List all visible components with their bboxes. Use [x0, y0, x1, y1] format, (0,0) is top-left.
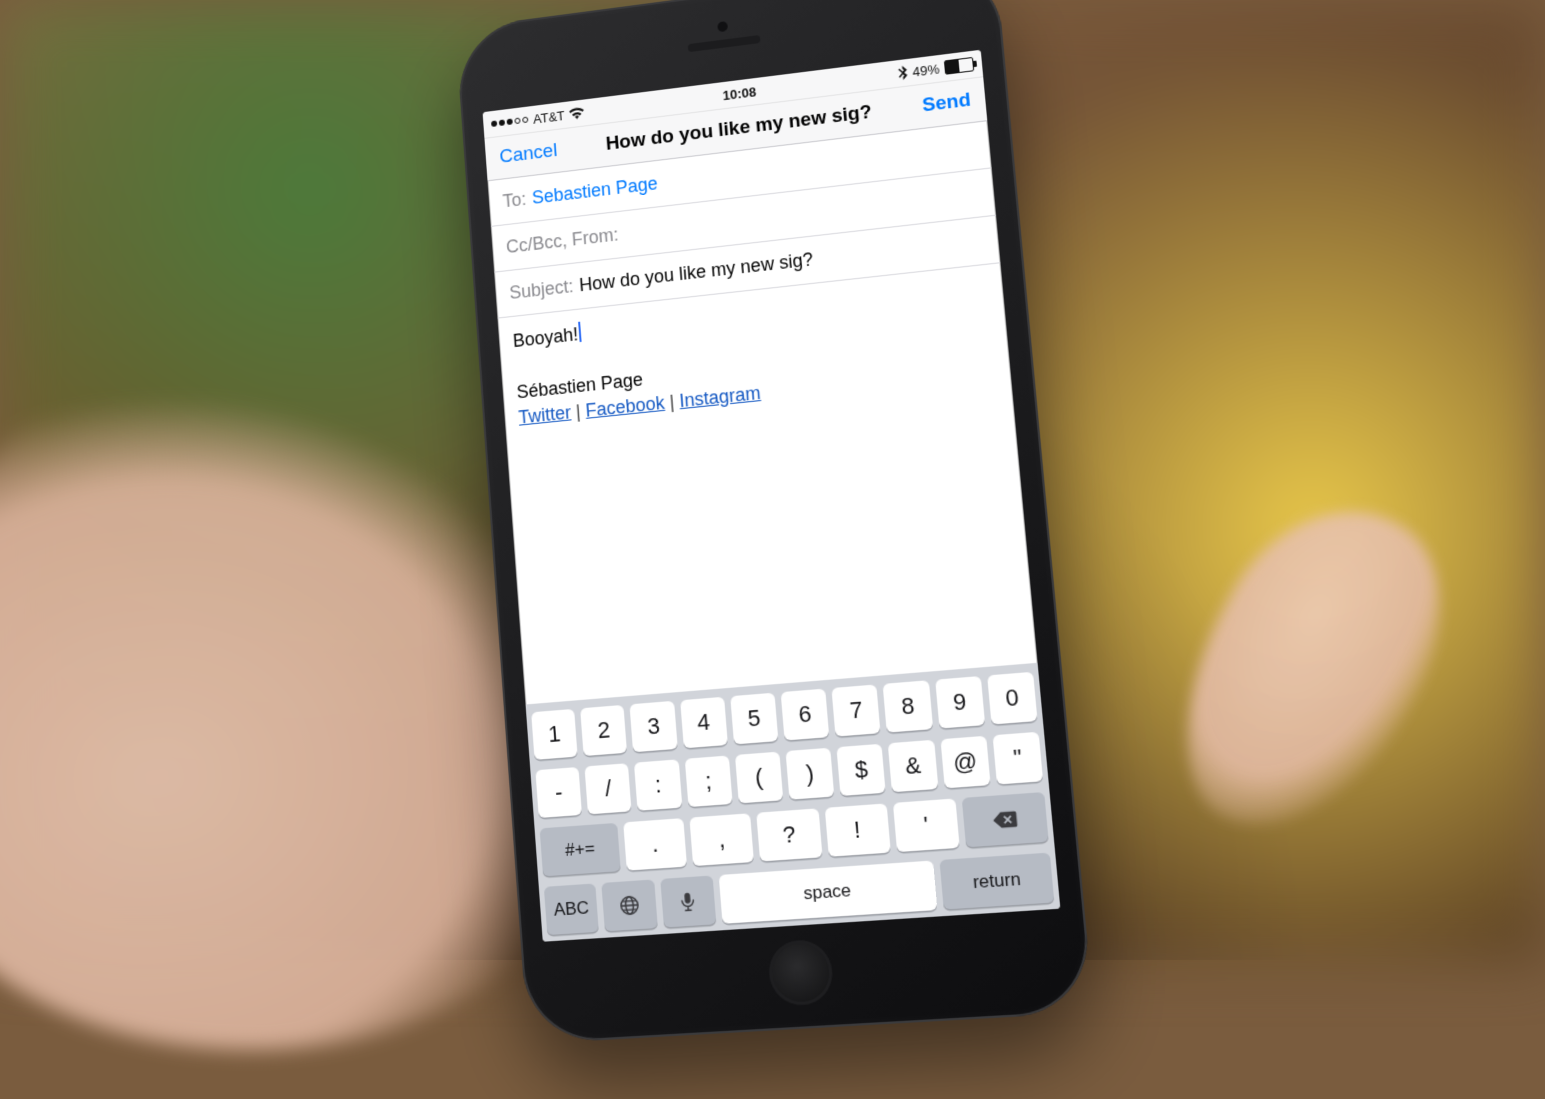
key-quote[interactable]: "	[992, 732, 1043, 785]
wifi-icon	[569, 107, 585, 121]
key-colon[interactable]: :	[634, 759, 682, 810]
key-6[interactable]: 6	[781, 689, 830, 741]
battery-percent: 49%	[912, 61, 940, 80]
front-camera	[717, 21, 728, 32]
cc-bcc-from-label: Cc/Bcc, From:	[505, 224, 619, 258]
cancel-button[interactable]: Cancel	[499, 140, 558, 169]
key-symbols[interactable]: #+=	[540, 823, 621, 877]
key-period[interactable]: .	[623, 818, 687, 871]
send-button[interactable]: Send	[921, 89, 971, 117]
key-comma[interactable]: ,	[690, 813, 755, 866]
body-text: Booyah!	[512, 324, 579, 351]
key-apostrophe[interactable]: '	[893, 798, 960, 852]
key-amp[interactable]: &	[888, 740, 938, 792]
key-slash[interactable]: /	[585, 763, 632, 814]
key-space[interactable]: space	[719, 860, 938, 923]
keyboard: 1 2 3 4 5 6 7 8 9 0 - / : ; ( )	[526, 663, 1061, 942]
bluetooth-icon	[897, 65, 908, 80]
key-rparen[interactable]: )	[786, 748, 835, 800]
key-return[interactable]: return	[940, 853, 1055, 910]
key-dictation[interactable]	[660, 875, 716, 927]
text-cursor	[578, 322, 581, 342]
battery-icon	[944, 57, 974, 75]
key-exclaim[interactable]: !	[824, 803, 890, 856]
signature-link-twitter[interactable]: Twitter	[518, 402, 572, 428]
to-value: Sebastien Page	[531, 173, 658, 209]
key-4[interactable]: 4	[680, 697, 728, 749]
subject-label: Subject:	[509, 276, 575, 304]
key-at[interactable]: @	[940, 736, 990, 789]
key-globe[interactable]	[602, 879, 658, 931]
key-7[interactable]: 7	[832, 684, 881, 736]
to-label: To:	[502, 189, 527, 213]
signature-sep: |	[570, 401, 586, 423]
key-0[interactable]: 0	[987, 672, 1038, 725]
key-dollar[interactable]: $	[837, 744, 886, 796]
carrier-label: AT&T	[533, 108, 566, 127]
key-2[interactable]: 2	[580, 705, 627, 756]
key-backspace[interactable]	[962, 792, 1049, 847]
screen: AT&T 10:08 49% Cancel How do you lik	[483, 50, 1061, 942]
key-abc[interactable]: ABC	[544, 883, 599, 935]
key-dash[interactable]: -	[535, 767, 582, 818]
key-9[interactable]: 9	[935, 676, 985, 729]
key-3[interactable]: 3	[630, 701, 678, 752]
key-question[interactable]: ?	[757, 808, 823, 861]
key-5[interactable]: 5	[730, 693, 778, 745]
clock: 10:08	[722, 84, 757, 103]
signal-strength-icon	[491, 117, 528, 128]
phone-frame: AT&T 10:08 49% Cancel How do you lik	[455, 0, 1094, 1044]
key-lparen[interactable]: (	[735, 752, 784, 804]
key-semicolon[interactable]: ;	[684, 755, 732, 807]
key-1[interactable]: 1	[531, 709, 578, 760]
signature-link-facebook[interactable]: Facebook	[585, 393, 666, 421]
key-8[interactable]: 8	[883, 680, 933, 732]
signature-link-instagram[interactable]: Instagram	[679, 383, 762, 412]
